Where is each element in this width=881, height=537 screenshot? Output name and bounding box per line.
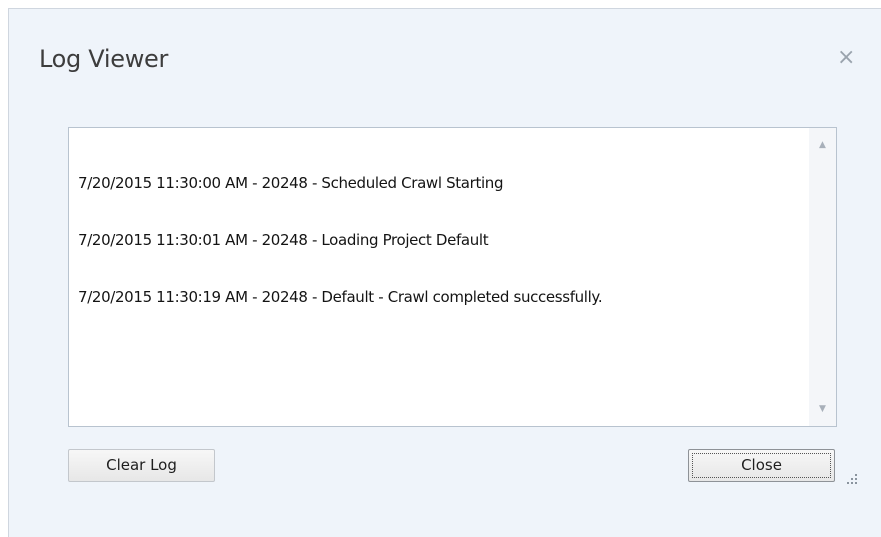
log-line: 7/20/2015 11:30:19 AM - 20248 - Default … (78, 288, 603, 306)
clear-log-button[interactable]: Clear Log (68, 449, 215, 482)
log-textarea[interactable]: 7/20/2015 11:30:00 AM - 20248 - Schedule… (68, 127, 837, 427)
dialog-title: Log Viewer (39, 45, 169, 73)
log-line: 7/20/2015 11:30:00 AM - 20248 - Schedule… (78, 174, 504, 192)
log-lines: 7/20/2015 11:30:00 AM - 20248 - Schedule… (78, 136, 603, 345)
log-viewer-dialog: Log Viewer × 7/20/2015 11:30:00 AM - 202… (8, 8, 881, 537)
close-icon[interactable]: × (837, 47, 855, 69)
vertical-scrollbar[interactable]: ▲ ▼ (809, 128, 836, 426)
close-button-label: Close (741, 456, 782, 474)
resize-grip-icon[interactable] (845, 474, 859, 488)
log-line: 7/20/2015 11:30:01 AM - 20248 - Loading … (78, 231, 489, 249)
scroll-down-arrow-icon[interactable]: ▼ (809, 398, 836, 420)
scroll-up-arrow-icon[interactable]: ▲ (809, 134, 836, 156)
close-button[interactable]: Close (688, 449, 835, 482)
